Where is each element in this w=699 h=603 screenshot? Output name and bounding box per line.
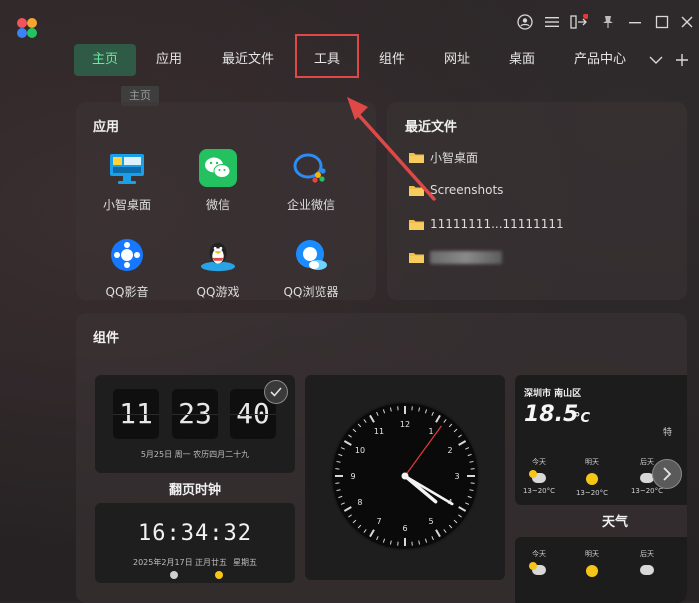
annotation-arrow: [0, 0, 699, 601]
